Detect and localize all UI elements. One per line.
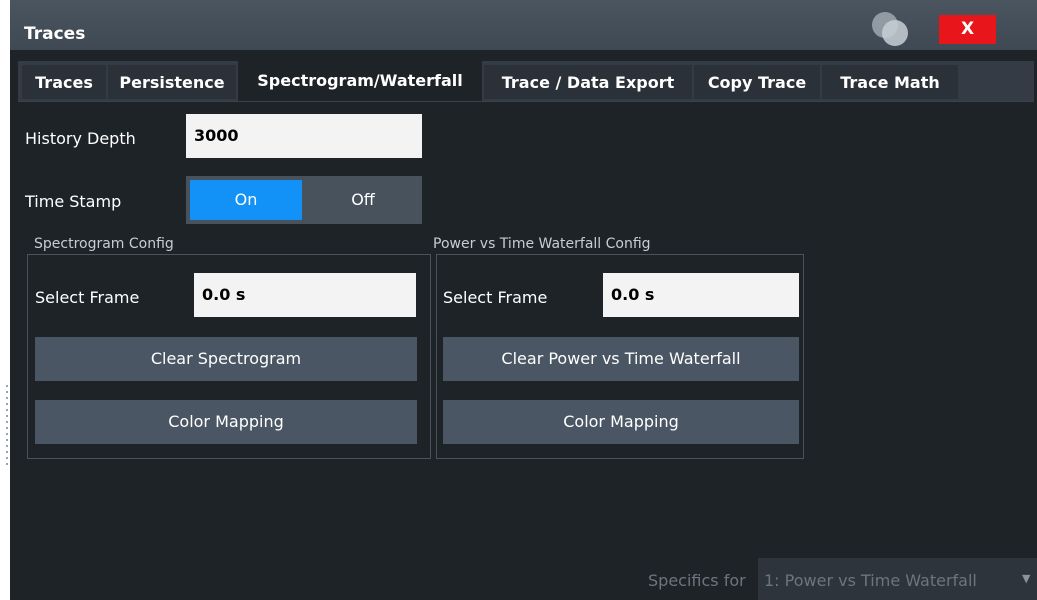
tab-bar: Traces Persistence Spectrogram/Waterfall… xyxy=(18,61,1034,101)
history-depth-input[interactable]: 3000 xyxy=(186,114,422,158)
tab-copy-trace[interactable]: Copy Trace xyxy=(694,65,820,99)
specifics-for-label: Specifics for xyxy=(648,571,746,590)
tab-traces[interactable]: Traces xyxy=(22,65,106,99)
dropdown-arrow-icon: ▼ xyxy=(1022,572,1031,585)
waterfall-select-frame-input[interactable]: 0.0 s xyxy=(603,273,799,317)
clear-power-vs-time-waterfall-button[interactable]: Clear Power vs Time Waterfall xyxy=(443,337,799,381)
waterfall-config-title: Power vs Time Waterfall Config xyxy=(433,236,651,252)
footer: Specifics for 1: Power vs Time Waterfall… xyxy=(10,550,1037,600)
specifics-dropdown[interactable]: 1: Power vs Time Waterfall ▼ xyxy=(758,558,1037,600)
tab-persistence[interactable]: Persistence xyxy=(108,65,236,99)
window-title: Traces xyxy=(24,24,86,44)
tab-trace-data-export[interactable]: Trace / Data Export xyxy=(484,65,692,99)
time-stamp-toggle: On Off xyxy=(186,176,422,224)
title-bar: Traces X xyxy=(10,0,1037,50)
time-stamp-on-button[interactable]: On xyxy=(190,180,302,220)
tab-spectrogram-waterfall[interactable]: Spectrogram/Waterfall xyxy=(238,61,482,101)
close-button[interactable]: X xyxy=(939,15,996,44)
spectrogram-color-mapping-button[interactable]: Color Mapping xyxy=(35,400,417,444)
edge-ticks xyxy=(6,385,8,465)
waterfall-select-frame-label: Select Frame xyxy=(443,288,548,307)
waterfall-config-group: Select Frame 0.0 s Clear Power vs Time W… xyxy=(436,254,804,459)
clear-spectrogram-button[interactable]: Clear Spectrogram xyxy=(35,337,417,381)
specifics-dropdown-value: 1: Power vs Time Waterfall xyxy=(764,571,977,590)
window-overlap-icon xyxy=(872,12,912,46)
tab-content: History Depth 3000 Time Stamp On Off Spe… xyxy=(18,101,1034,551)
spectrogram-select-frame-label: Select Frame xyxy=(35,288,140,307)
history-depth-label: History Depth xyxy=(25,129,136,148)
traces-dialog: Traces X Traces Persistence Spectrogram/… xyxy=(10,0,1037,600)
spectrogram-select-frame-input[interactable]: 0.0 s xyxy=(194,273,416,317)
spectrogram-config-title: Spectrogram Config xyxy=(34,236,174,252)
spectrogram-config-group: Select Frame 0.0 s Clear Spectrogram Col… xyxy=(27,254,431,459)
left-edge xyxy=(0,0,10,600)
waterfall-color-mapping-button[interactable]: Color Mapping xyxy=(443,400,799,444)
time-stamp-label: Time Stamp xyxy=(25,192,122,211)
time-stamp-off-button[interactable]: Off xyxy=(304,180,422,220)
tab-trace-math[interactable]: Trace Math xyxy=(822,65,958,99)
